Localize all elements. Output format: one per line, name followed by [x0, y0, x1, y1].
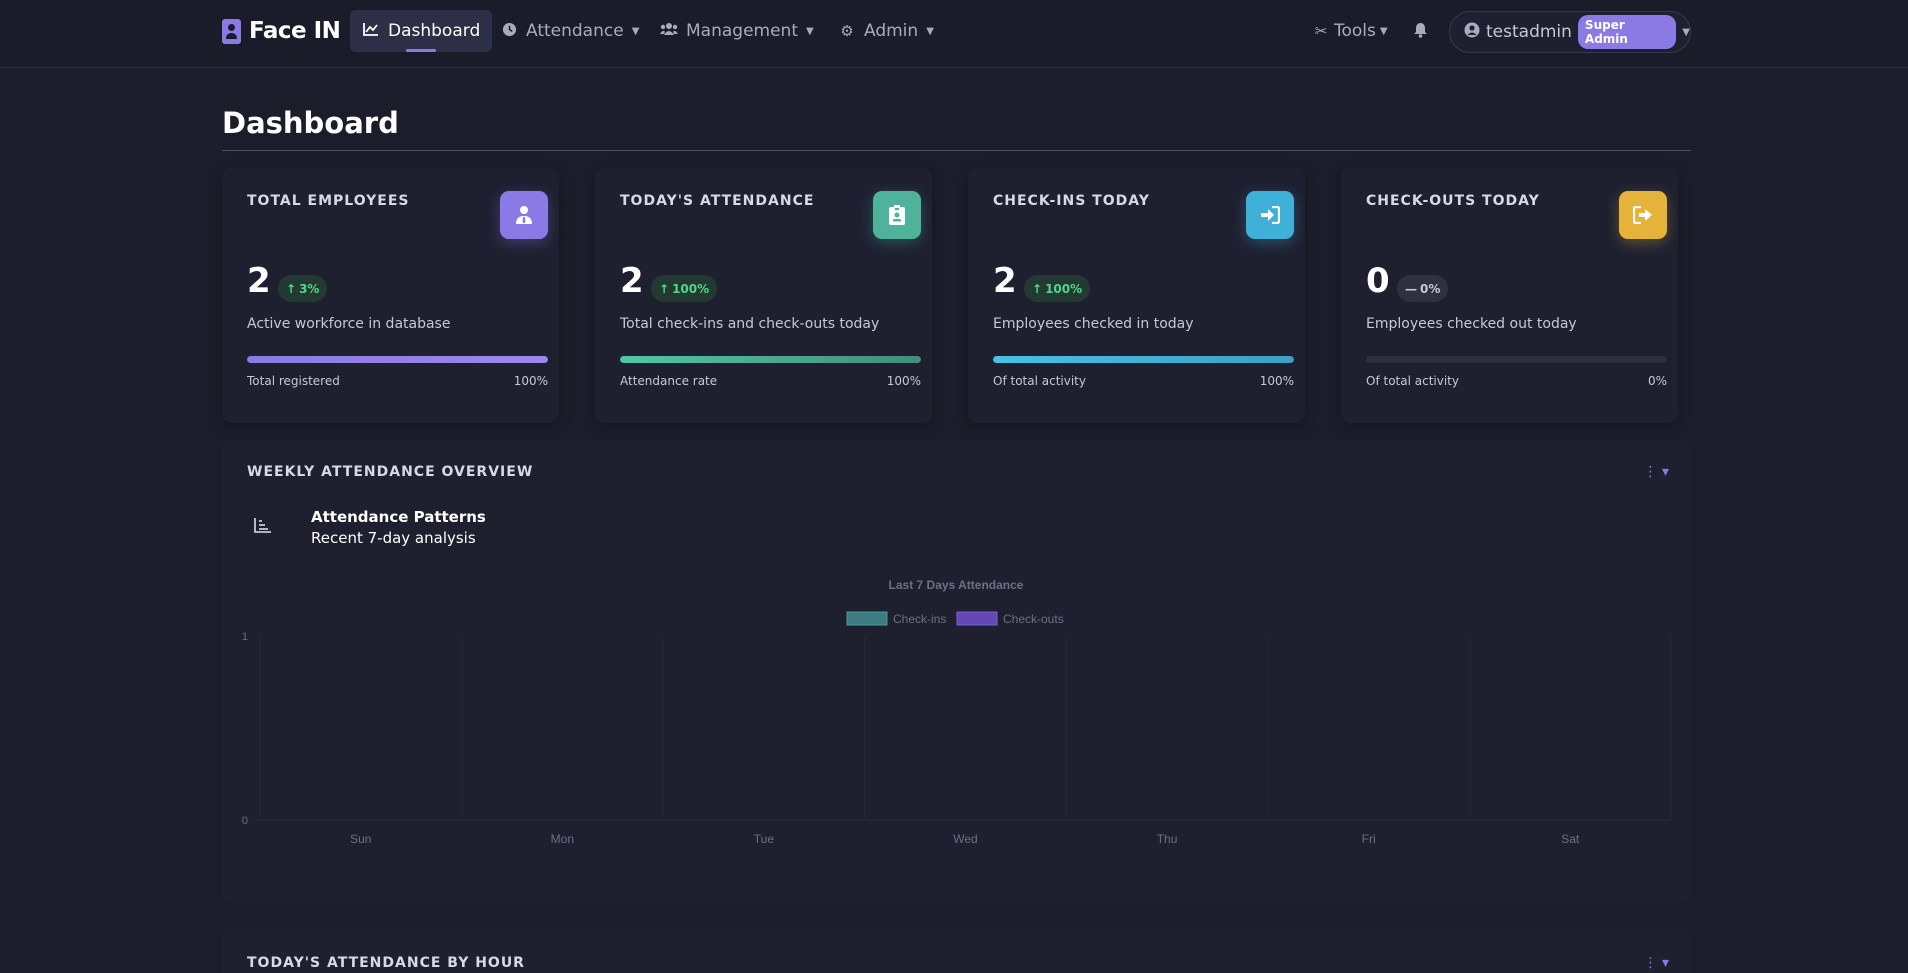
users-icon — [660, 22, 678, 40]
stat-card-label: CHECK-OUTS TODAY — [1366, 193, 1540, 209]
y-tick-label: 1 — [242, 631, 248, 643]
stat-card-footer-value: 100% — [513, 374, 548, 388]
sign-out-icon — [1619, 191, 1667, 239]
arrow-up-icon: ↑ — [1032, 281, 1043, 296]
progress-fill — [247, 356, 548, 363]
y-tick-label: 0 — [242, 815, 248, 827]
progress-fill — [620, 356, 921, 363]
stat-card-description: Employees checked in today — [993, 316, 1194, 332]
x-tick-label: Sun — [350, 832, 371, 846]
chart-title: Last 7 Days Attendance — [889, 578, 1024, 592]
progress-bar — [620, 356, 921, 363]
panel-title: TODAY'S ATTENDANCE BY HOUR — [247, 955, 525, 971]
sign-in-icon — [1246, 191, 1294, 239]
stat-card-footer-value: 100% — [1259, 374, 1294, 388]
trend-value: 0% — [1420, 281, 1441, 296]
chevron-down-icon: ▼ — [1682, 26, 1690, 38]
x-tick-label: Wed — [953, 832, 977, 846]
trend-value: 100% — [672, 281, 710, 296]
hourly-attendance-panel: TODAY'S ATTENDANCE BY HOUR ⋮ ▾ — [222, 927, 1691, 973]
stat-card-description: Active workforce in database — [247, 316, 451, 332]
weekly-attendance-panel: WEEKLY ATTENDANCE OVERVIEW ⋮ ▾ Attendanc… — [222, 440, 1691, 903]
arrow-up-icon: ↑ — [659, 281, 670, 296]
stat-card: CHECK-OUTS TODAY 0—0% Employees checked ou… — [1341, 167, 1678, 423]
trend-badge: ↑ 100% — [1024, 275, 1091, 302]
top-navbar: Face IN Dashboard Attendance ▼ Managemen… — [0, 0, 1908, 68]
stat-card: TOTAL EMPLOYEES 2 ↑ 3% Active workforce in d… — [222, 167, 559, 423]
nav-management-label: Management — [686, 21, 798, 41]
brand-name: Face IN — [249, 18, 341, 44]
legend-label[interactable]: Check-ins — [893, 612, 946, 626]
stat-card-value: 2 — [620, 261, 644, 301]
chevron-down-icon: ▼ — [631, 25, 640, 37]
nav-attendance-label: Attendance — [526, 21, 624, 41]
tools-icon: ✂ — [1314, 22, 1328, 40]
stat-card-value: 2 — [993, 261, 1017, 301]
nav-tools[interactable]: ✂ Tools ▼ — [1300, 10, 1400, 52]
title-divider — [222, 150, 1691, 151]
chart-line-icon — [362, 22, 380, 40]
legend-swatch[interactable] — [956, 611, 998, 626]
x-tick-label: Fri — [1362, 832, 1376, 846]
nav-admin[interactable]: ⚙ Admin ▼ — [826, 10, 946, 52]
x-tick-label: Mon — [551, 832, 574, 846]
active-indicator — [406, 49, 437, 52]
stat-card-footer-value: 100% — [886, 374, 921, 388]
stat-card-label: CHECK-INS TODAY — [993, 193, 1150, 209]
user-circle-icon — [1464, 22, 1480, 43]
stat-card-value: 2 — [247, 261, 271, 301]
trend-badge: ↑ 100% — [651, 275, 718, 302]
chevron-down-icon: ▼ — [1379, 25, 1388, 37]
legend-swatch[interactable] — [846, 611, 888, 626]
stat-card: CHECK-INS TODAY 2 ↑ 100% Employees checked i… — [968, 167, 1305, 423]
stat-card-label: TOTAL EMPLOYEES — [247, 193, 410, 209]
nav-tools-label: Tools — [1334, 21, 1376, 41]
chevron-down-icon: ▼ — [806, 25, 814, 37]
stat-card-footer-label: Total registered — [247, 374, 340, 388]
page-title: Dashboard — [222, 106, 399, 140]
nav-admin-label: Admin — [864, 21, 919, 41]
progress-bar — [1366, 356, 1667, 363]
brand-logo[interactable]: Face IN — [222, 16, 341, 46]
x-tick-label: Sat — [1561, 832, 1580, 846]
progress-bar — [993, 356, 1294, 363]
x-tick-label: Thu — [1157, 832, 1178, 846]
clock-icon — [500, 22, 518, 41]
progress-fill — [993, 356, 1294, 363]
stat-card-footer-value: 0% — [1647, 374, 1667, 388]
nav-management[interactable]: Management ▼ — [648, 10, 826, 52]
nav-attendance[interactable]: Attendance ▼ — [488, 10, 651, 52]
role-badge: Super Admin — [1577, 15, 1677, 49]
panel-options-button[interactable]: ⋮ ▾ — [1644, 955, 1669, 971]
stat-card: TODAY'S ATTENDANCE 2 ↑ 100% Total check-ins … — [595, 167, 932, 423]
nav-dashboard-label: Dashboard — [388, 21, 481, 41]
x-tick-label: Tue — [754, 832, 775, 846]
nav-dashboard[interactable]: Dashboard — [350, 10, 493, 52]
stat-card-label: TODAY'S ATTENDANCE — [620, 193, 815, 209]
progress-bar — [247, 356, 548, 363]
id-card-icon — [222, 18, 241, 44]
gears-icon: ⚙ — [840, 22, 854, 40]
bell-icon[interactable] — [1413, 22, 1428, 42]
id-badge-icon — [873, 191, 921, 239]
legend-label[interactable]: Check-outs — [1003, 612, 1064, 626]
chevron-down-icon: ▼ — [926, 25, 934, 37]
user-tie-icon — [500, 191, 548, 239]
stat-card-value: 0 — [1366, 261, 1390, 301]
minus-icon: — — [1405, 281, 1417, 296]
stat-card-description: Employees checked out today — [1366, 316, 1577, 332]
trend-value: 3% — [299, 281, 320, 296]
trend-badge: —0% — [1397, 275, 1449, 302]
stat-card-footer-label: Attendance rate — [620, 374, 718, 388]
user-menu[interactable]: testadmin Super Admin ▼ — [1449, 11, 1691, 53]
trend-value: 100% — [1045, 281, 1083, 296]
stat-card-description: Total check-ins and check-outs today — [620, 316, 880, 332]
arrow-up-icon: ↑ — [286, 281, 297, 296]
username: testadmin — [1486, 22, 1572, 42]
stat-card-footer-label: Of total activity — [993, 374, 1086, 388]
stat-card-footer-label: Of total activity — [1366, 374, 1459, 388]
weekly-attendance-chart: Last 7 Days Attendance Check-ins Check-ou… — [242, 578, 1672, 846]
trend-badge: ↑ 3% — [278, 275, 328, 302]
